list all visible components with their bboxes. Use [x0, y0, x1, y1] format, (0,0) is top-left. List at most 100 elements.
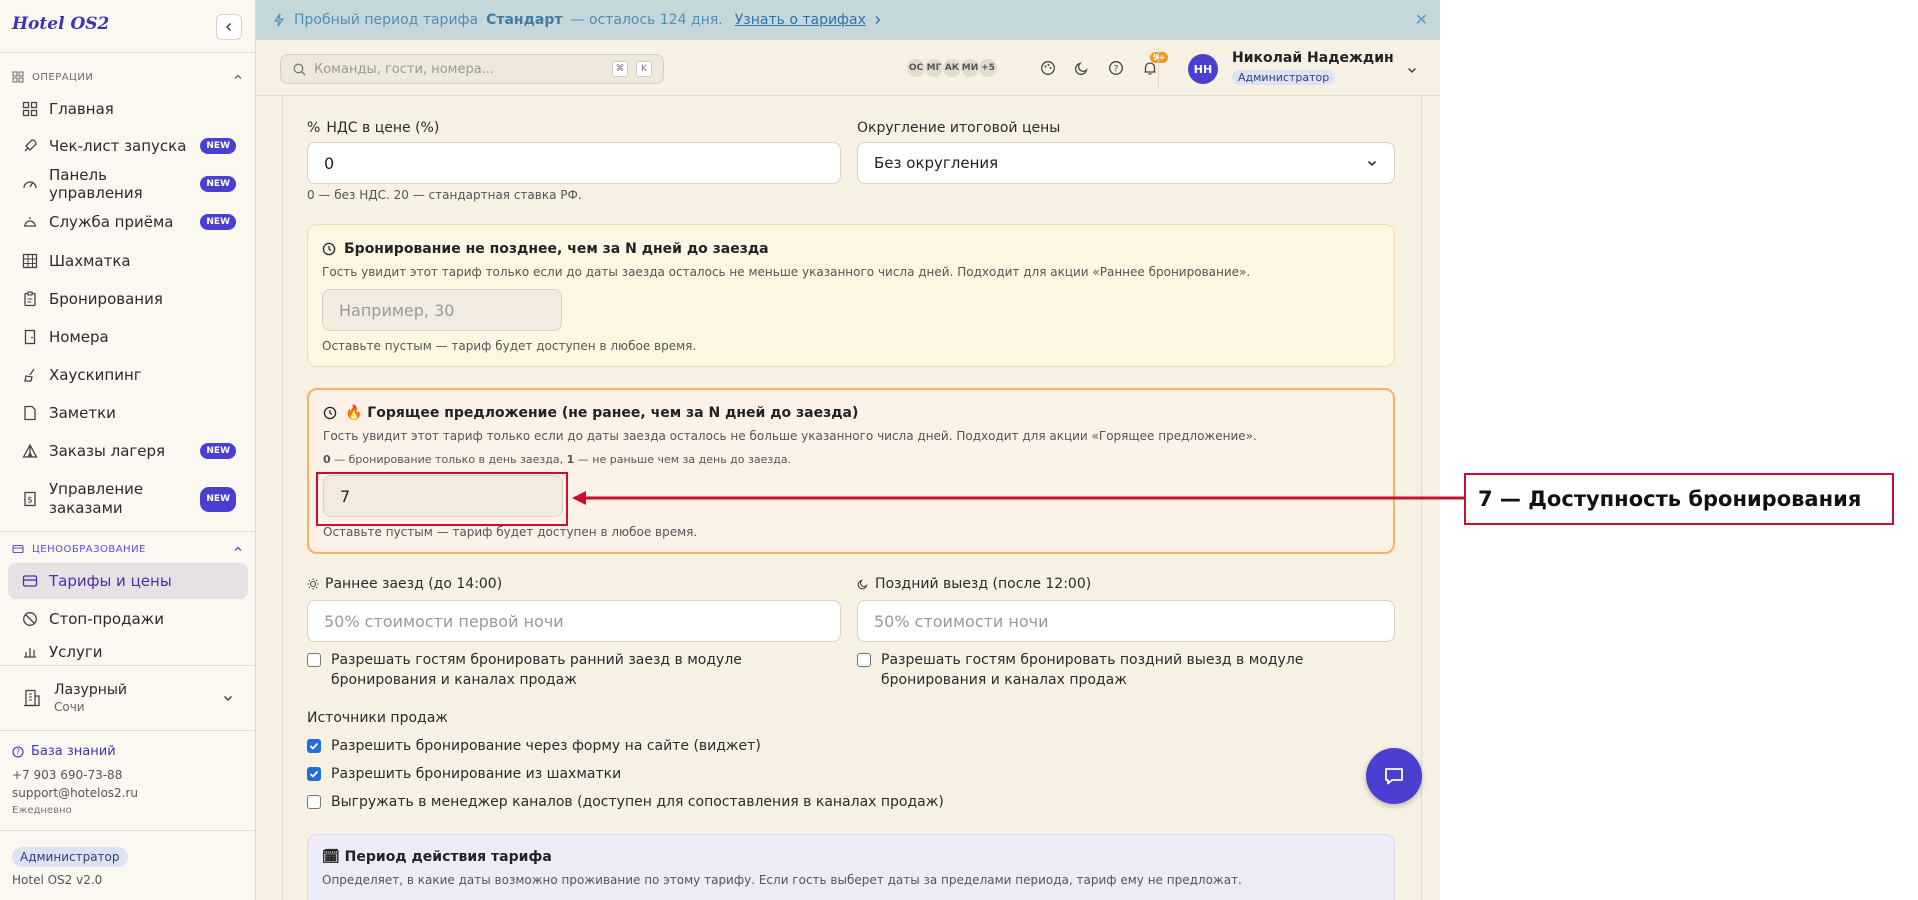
chevron-right-icon: [875, 16, 881, 24]
sidebar-item-housekeeping[interactable]: Хаускипинг: [8, 357, 248, 393]
rounding-select[interactable]: Без округления: [857, 142, 1395, 184]
palette-icon[interactable]: [1036, 56, 1060, 80]
door-icon: [24, 329, 36, 345]
sidebar-item-front-desk[interactable]: Служба приёма NEW: [8, 204, 248, 240]
shortcut-key: K: [636, 61, 652, 77]
app-logo[interactable]: Hotel OS2: [12, 14, 109, 34]
section-pricing-header[interactable]: ЦЕНООБРАЗОВАНИЕ: [12, 540, 243, 558]
sidebar: Hotel OS2 ОПЕРАЦИИ Главная Чек-лист запу…: [0, 0, 256, 900]
late-checkout-input[interactable]: [857, 600, 1395, 642]
vat-label-row: % НДС в цене (%): [307, 120, 439, 136]
sidebar-item-label: Панель управления: [49, 166, 143, 202]
online-users[interactable]: ОС МГ АК МИ +5: [906, 58, 998, 78]
tent-icon: [22, 443, 38, 458]
checkbox[interactable]: [307, 795, 321, 809]
sidebar-divider: [0, 665, 256, 666]
sidebar-item-label: Услуги: [49, 643, 103, 661]
clock-icon: [322, 242, 336, 256]
sidebar-item-launch-checklist[interactable]: Чек-лист запуска NEW: [8, 128, 248, 164]
sidebar-item-services[interactable]: Услуги: [8, 639, 248, 665]
card-icon: [22, 575, 38, 587]
sidebar-item-camp-orders[interactable]: Заказы лагеря NEW: [8, 433, 248, 469]
checkbox[interactable]: [857, 653, 871, 667]
early-checkin-input[interactable]: [307, 600, 841, 642]
sidebar-item-label: Бронирования: [49, 290, 163, 308]
early-booking-title: Бронирование не позднее, чем за N дней д…: [344, 241, 769, 257]
section-operations-header[interactable]: ОПЕРАЦИИ: [12, 68, 243, 86]
sidebar-item-chessboard[interactable]: Шахматка: [8, 243, 248, 279]
vat-label: НДС в цене (%): [326, 120, 440, 136]
chevron-down-icon: [223, 695, 233, 702]
source-label: Разрешить бронирование через форму на са…: [331, 738, 761, 754]
hotel-selector[interactable]: Лазурный Сочи: [10, 670, 246, 726]
grid-icon: [22, 253, 38, 269]
current-user-avatar[interactable]: НН: [1188, 54, 1218, 84]
hot-offer-desc: Гость увидит этот тариф только если до д…: [323, 429, 1257, 443]
help-icon[interactable]: ?: [1104, 56, 1128, 80]
knowledge-base-link[interactable]: ? База знаний: [12, 744, 116, 759]
hot-offer-help: Оставьте пустым — тариф будет доступен в…: [323, 525, 698, 539]
early-booking-desc: Гость увидит этот тариф только если до д…: [322, 265, 1251, 279]
sidebar-item-home[interactable]: Главная: [8, 91, 248, 127]
chevron-down-icon[interactable]: [1406, 64, 1418, 76]
sidebar-item-notes[interactable]: Заметки: [8, 395, 248, 431]
collapse-sidebar-button[interactable]: [216, 14, 242, 40]
source-widget-checkbox[interactable]: Разрешить бронирование через форму на са…: [307, 736, 761, 756]
sidebar-item-dashboard[interactable]: Панель управления NEW: [8, 166, 248, 202]
sales-sources-label: Источники продаж: [307, 710, 448, 726]
annotation-callout: 7 — Доступность бронирования: [1464, 473, 1894, 525]
sidebar-item-label: Главная: [49, 100, 114, 118]
allow-late-checkout-checkbox[interactable]: Разрешать гостям бронировать поздний вые…: [857, 650, 1397, 690]
source-chessboard-checkbox[interactable]: Разрешить бронирование из шахматки: [307, 764, 621, 784]
banner-plans-link[interactable]: Узнать о тарифах: [735, 12, 866, 28]
sidebar-divider: [0, 830, 255, 831]
sidebar-item-order-management[interactable]: $ Управление заказами NEW: [8, 477, 248, 521]
search-input[interactable]: [314, 61, 604, 77]
sidebar-item-rates[interactable]: Тарифы и цены: [8, 563, 248, 599]
support-email[interactable]: support@hotelos2.ru: [12, 786, 138, 800]
early-booking-title-row: Бронирование не позднее, чем за N дней д…: [322, 241, 769, 257]
moon-icon[interactable]: [1070, 56, 1094, 80]
role-badge: Администратор: [12, 847, 128, 867]
user-avatar: МИ: [960, 58, 980, 78]
app-version: Hotel OS2 v2.0: [12, 873, 103, 887]
sidebar-item-label: Хаускипинг: [49, 366, 142, 384]
hotel-name: Лазурный: [54, 682, 128, 698]
gauge-icon: [23, 181, 37, 189]
banner-close-icon[interactable]: ✕: [1415, 10, 1428, 29]
allow-early-checkin-checkbox[interactable]: Разрешать гостям бронировать ранний заез…: [307, 650, 847, 690]
notification-count: 9+: [1150, 52, 1169, 63]
search-icon: [293, 63, 306, 75]
chevron-up-icon: [234, 546, 242, 551]
app-window: Hotel OS2 ОПЕРАЦИИ Главная Чек-лист запу…: [0, 0, 1440, 900]
late-checkout-label-row: Поздний выезд (после 12:00): [857, 576, 1091, 592]
sidebar-item-bookings[interactable]: Бронирования: [8, 281, 248, 317]
checkbox[interactable]: [307, 653, 321, 667]
source-channel-manager-checkbox[interactable]: Выгружать в менеджер каналов (доступен д…: [307, 792, 944, 812]
check-icon: [309, 770, 319, 778]
card-small-icon: [12, 544, 24, 554]
hot-offer-hint: 0 — бронирование только в день заезда, 1…: [323, 453, 791, 466]
section-operations-label: ОПЕРАЦИИ: [32, 71, 94, 83]
grid-small-icon: [12, 71, 24, 83]
sidebar-item-rooms[interactable]: Номера: [8, 319, 248, 355]
ban-icon: [23, 612, 37, 626]
user-avatar: АК: [942, 58, 962, 78]
current-user-name[interactable]: Николай Надеждин: [1232, 50, 1394, 66]
rate-period-title: 🗓 Период действия тарифа: [322, 849, 552, 865]
sidebar-item-stop-sales[interactable]: Стоп-продажи: [8, 601, 248, 637]
chat-icon: [1385, 768, 1403, 785]
svg-text:?: ?: [16, 747, 20, 756]
checkbox-checked[interactable]: [307, 739, 321, 753]
note-icon: [24, 405, 36, 421]
top-header: ⌘ K ОС МГ АК МИ +5 ? 9+ НН Николай Надеж…: [256, 40, 1440, 96]
support-phone[interactable]: +7 903 690-73-88: [12, 768, 122, 782]
early-checkin-label-row: Раннее заезд (до 14:00): [307, 576, 502, 592]
chat-button[interactable]: [1366, 748, 1422, 804]
hot-offer-title-row: 🔥 Горящее предложение (не ранее, чем за …: [323, 405, 858, 421]
vat-input[interactable]: [307, 142, 841, 184]
command-search[interactable]: ⌘ K: [280, 54, 664, 84]
sidebar-item-label: Чек-лист запуска: [49, 137, 187, 155]
early-booking-days-input[interactable]: [322, 289, 562, 331]
checkbox-checked[interactable]: [307, 767, 321, 781]
